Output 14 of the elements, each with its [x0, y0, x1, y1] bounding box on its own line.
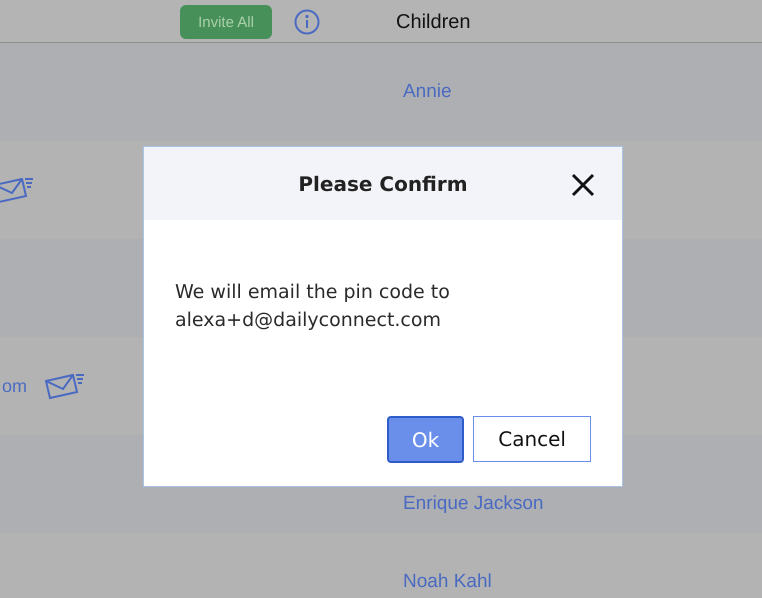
envelope-icon[interactable] — [45, 372, 86, 400]
email-link[interactable]: om — [2, 376, 28, 396]
column-title: Children — [396, 10, 470, 34]
child-name-link[interactable]: Noah Kahl — [403, 571, 492, 593]
close-button[interactable] — [570, 172, 596, 198]
dialog-title: Please Confirm — [298, 172, 468, 196]
dialog-message: We will email the pin code to alexa+d@dailyconnect.com — [175, 280, 451, 333]
ok-button[interactable]: Ok — [386, 416, 464, 463]
child-name-link[interactable]: Enrique Jackson — [403, 493, 544, 515]
info-icon[interactable] — [294, 9, 320, 35]
cancel-button[interactable]: Cancel — [473, 416, 591, 462]
invite-all-button[interactable]: Invite All — [180, 5, 272, 39]
child-name-link[interactable]: Annie — [403, 81, 452, 103]
envelope-icon[interactable] — [0, 176, 34, 204]
